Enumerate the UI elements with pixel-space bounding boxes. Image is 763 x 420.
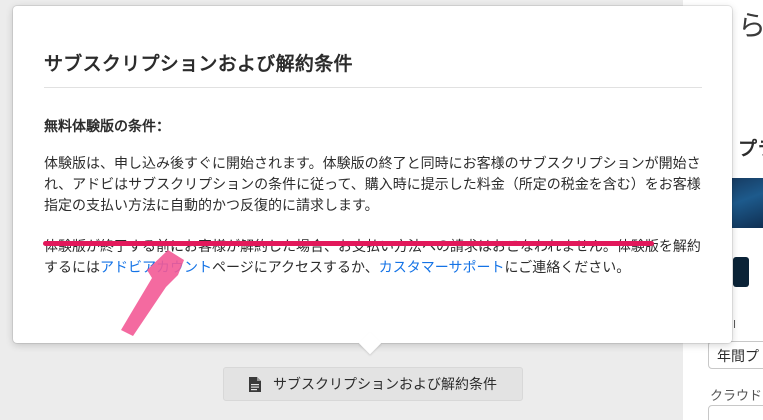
document-icon <box>249 376 261 392</box>
terms-button-label: サブスクリプションおよび解約条件 <box>273 377 497 393</box>
annotation-arrow-icon <box>121 250 184 336</box>
terms-button[interactable]: サブスクリプションおよび解約条件 <box>223 367 523 401</box>
